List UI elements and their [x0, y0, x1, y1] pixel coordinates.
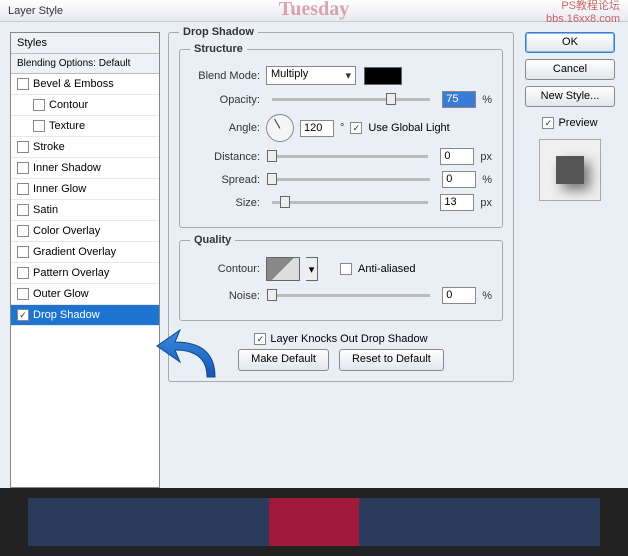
preview-label: Preview	[558, 117, 597, 129]
style-checkbox[interactable]	[17, 225, 29, 237]
styles-header[interactable]: Styles	[11, 33, 159, 54]
style-item-satin[interactable]: Satin	[11, 200, 159, 221]
contour-label: Contour:	[190, 263, 260, 275]
knockout-checkbox[interactable]	[254, 333, 266, 345]
quality-title: Quality	[190, 234, 235, 246]
right-buttons: OK Cancel New Style... Preview	[522, 32, 618, 488]
blend-mode-label: Blend Mode:	[190, 70, 260, 82]
watermark: PS教程论坛 bbs.16xx8.com	[546, 0, 620, 25]
anti-aliased-checkbox[interactable]	[340, 263, 352, 275]
style-label: Texture	[49, 120, 85, 132]
quality-group: Quality Contour: ▾ Anti-aliased Noise: 0	[179, 240, 503, 321]
style-label: Outer Glow	[33, 288, 89, 300]
shadow-color-swatch[interactable]	[364, 67, 402, 85]
dialog-body: Styles Blending Options: Default Bevel &…	[0, 22, 628, 488]
opacity-label: Opacity:	[190, 94, 260, 106]
style-item-contour[interactable]: Contour	[11, 95, 159, 116]
global-light-checkbox[interactable]	[350, 122, 362, 134]
noise-slider[interactable]	[272, 294, 430, 297]
style-label: Inner Glow	[33, 183, 86, 195]
style-item-drop-shadow[interactable]: Drop Shadow	[11, 305, 159, 326]
new-style-button[interactable]: New Style...	[525, 86, 615, 107]
style-label: Satin	[33, 204, 58, 216]
style-checkbox[interactable]	[17, 78, 29, 90]
spread-label: Spread:	[190, 174, 260, 186]
structure-group: Structure Blend Mode: Multiply Opacity: …	[179, 49, 503, 228]
style-checkbox[interactable]	[17, 183, 29, 195]
style-item-bevel-emboss[interactable]: Bevel & Emboss	[11, 74, 159, 95]
style-checkbox[interactable]	[17, 141, 29, 153]
style-item-color-overlay[interactable]: Color Overlay	[11, 221, 159, 242]
knockout-label: Layer Knocks Out Drop Shadow	[270, 333, 427, 345]
style-item-pattern-overlay[interactable]: Pattern Overlay	[11, 263, 159, 284]
noise-label: Noise:	[190, 290, 260, 302]
opacity-slider[interactable]	[272, 98, 430, 101]
style-checkbox[interactable]	[17, 309, 29, 321]
style-checkbox[interactable]	[17, 162, 29, 174]
style-label: Color Overlay	[33, 225, 100, 237]
ok-button[interactable]: OK	[525, 32, 615, 53]
style-checkbox[interactable]	[33, 120, 45, 132]
style-label: Pattern Overlay	[33, 267, 109, 279]
style-label: Bevel & Emboss	[33, 78, 114, 90]
preview-checkbox[interactable]	[542, 117, 554, 129]
spread-unit: %	[482, 174, 492, 186]
global-light-label: Use Global Light	[368, 122, 449, 134]
distance-slider[interactable]	[272, 155, 428, 158]
style-checkbox[interactable]	[17, 288, 29, 300]
style-label: Inner Shadow	[33, 162, 101, 174]
spread-slider[interactable]	[272, 178, 430, 181]
distance-input[interactable]: 0	[440, 148, 474, 165]
contour-dropdown[interactable]: ▾	[306, 257, 318, 281]
style-item-stroke[interactable]: Stroke	[11, 137, 159, 158]
style-label: Contour	[49, 99, 88, 111]
spread-input[interactable]: 0	[442, 171, 476, 188]
window-title: Layer Style	[8, 5, 63, 17]
blending-options-header[interactable]: Blending Options: Default	[11, 54, 159, 74]
contour-swatch[interactable]	[266, 257, 300, 281]
style-item-inner-glow[interactable]: Inner Glow	[11, 179, 159, 200]
style-label: Drop Shadow	[33, 309, 100, 321]
background-stripes	[0, 488, 628, 556]
size-slider[interactable]	[272, 201, 428, 204]
angle-label: Angle:	[190, 122, 260, 134]
styles-list: Styles Blending Options: Default Bevel &…	[10, 32, 160, 488]
reset-default-button[interactable]: Reset to Default	[339, 349, 444, 371]
background-text: Tuesday	[279, 0, 349, 21]
style-checkbox[interactable]	[17, 246, 29, 258]
style-checkbox[interactable]	[33, 99, 45, 111]
style-item-outer-glow[interactable]: Outer Glow	[11, 284, 159, 305]
layer-style-dialog: Tuesday Layer Style PS教程论坛 bbs.16xx8.com…	[0, 0, 628, 556]
noise-input[interactable]: 0	[442, 287, 476, 304]
opacity-unit: %	[482, 94, 492, 106]
anti-aliased-label: Anti-aliased	[358, 263, 415, 275]
style-item-inner-shadow[interactable]: Inner Shadow	[11, 158, 159, 179]
cancel-button[interactable]: Cancel	[525, 59, 615, 80]
style-item-texture[interactable]: Texture	[11, 116, 159, 137]
style-checkbox[interactable]	[17, 267, 29, 279]
angle-input[interactable]: 120	[300, 120, 334, 137]
blend-mode-select[interactable]: Multiply	[266, 66, 356, 85]
distance-unit: px	[480, 151, 492, 163]
size-label: Size:	[190, 197, 260, 209]
make-default-button[interactable]: Make Default	[238, 349, 329, 371]
size-input[interactable]: 13	[440, 194, 474, 211]
style-label: Stroke	[33, 141, 65, 153]
panel-title: Drop Shadow	[179, 26, 258, 38]
structure-title: Structure	[190, 43, 247, 55]
style-label: Gradient Overlay	[33, 246, 116, 258]
drop-shadow-group: Drop Shadow Structure Blend Mode: Multip…	[168, 32, 514, 382]
style-item-gradient-overlay[interactable]: Gradient Overlay	[11, 242, 159, 263]
angle-unit: °	[340, 122, 344, 134]
noise-unit: %	[482, 290, 492, 302]
angle-dial[interactable]	[266, 114, 294, 142]
preview-thumbnail	[539, 139, 601, 201]
style-checkbox[interactable]	[17, 204, 29, 216]
settings-panel: Drop Shadow Structure Blend Mode: Multip…	[168, 32, 514, 488]
distance-label: Distance:	[190, 151, 260, 163]
size-unit: px	[480, 197, 492, 209]
opacity-input[interactable]: 75	[442, 91, 476, 108]
